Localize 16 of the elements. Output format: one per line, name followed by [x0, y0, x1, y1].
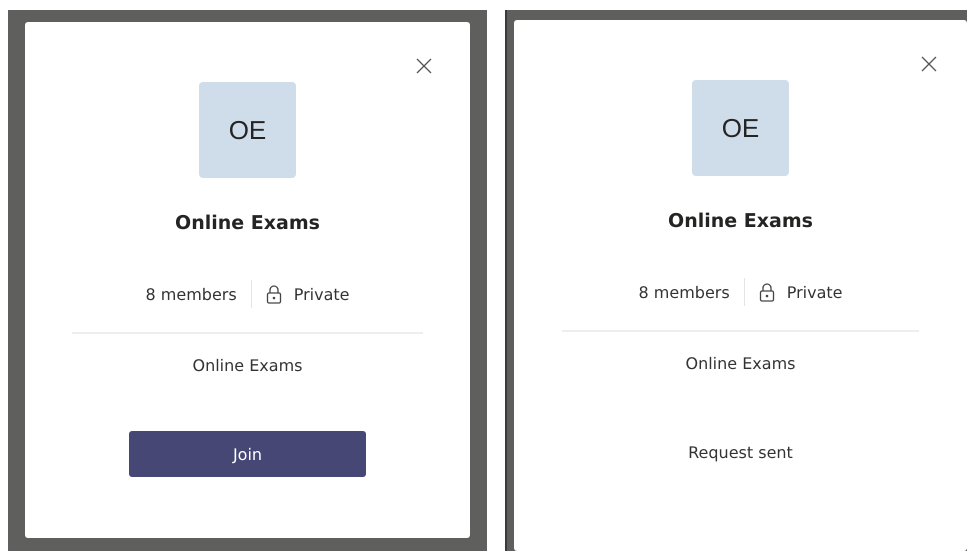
lock-icon — [758, 282, 775, 302]
team-name: Online Exams — [668, 210, 813, 232]
privacy-label: Private — [786, 282, 842, 302]
close-icon[interactable] — [921, 56, 937, 72]
lock-icon — [266, 284, 282, 304]
close-icon[interactable] — [416, 58, 432, 74]
team-description: Online Exams — [192, 356, 302, 375]
privacy-label: Private — [294, 284, 350, 304]
request-status: Request sent — [688, 443, 793, 462]
team-description: Online Exams — [686, 354, 796, 373]
member-count: 8 members — [146, 284, 237, 304]
team-name: Online Exams — [175, 212, 320, 234]
team-avatar: OE — [692, 80, 789, 176]
join-button[interactable]: Join — [129, 431, 366, 477]
member-count: 8 members — [638, 282, 730, 302]
team-avatar: OE — [199, 82, 296, 178]
